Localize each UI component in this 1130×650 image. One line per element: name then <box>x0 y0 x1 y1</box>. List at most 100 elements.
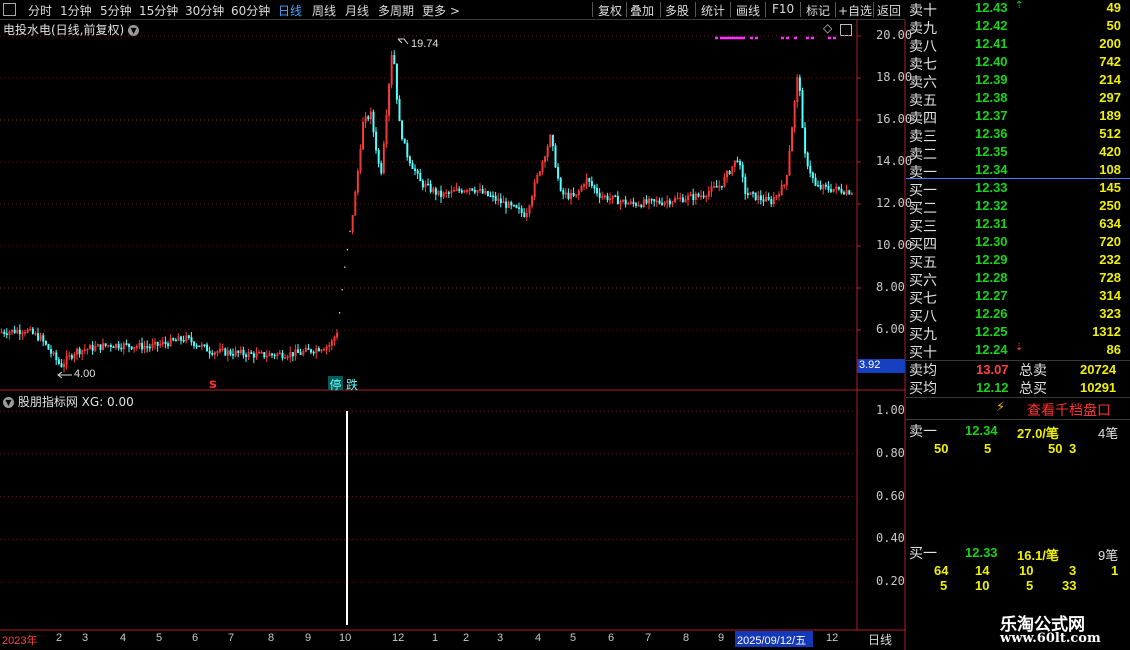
candle-body <box>494 195 497 201</box>
chart-canvas[interactable] <box>0 0 906 650</box>
candle-body <box>42 335 45 342</box>
candle-body <box>681 197 684 203</box>
candle-body <box>403 138 406 144</box>
candle-body <box>5 333 8 335</box>
candle-body <box>481 189 484 194</box>
watermark-url: www.60lt.com <box>1000 631 1101 646</box>
ask-row[interactable]: 卖三 12.36 512 <box>909 126 1121 145</box>
ask-row[interactable]: 卖十 12.43 ⇡ 49 <box>909 0 1121 19</box>
current-price-label: 3.92 <box>859 359 881 371</box>
candle-body <box>401 120 404 140</box>
ask-row[interactable]: 卖六 12.39 214 <box>909 72 1121 91</box>
candle-body <box>31 328 34 334</box>
candle-body <box>245 354 248 358</box>
candle-body <box>47 344 50 350</box>
level-price: 12.36 <box>975 126 1008 141</box>
candle-body <box>593 185 596 189</box>
candle-body <box>473 190 476 193</box>
candle-body <box>843 192 846 195</box>
candle-body <box>770 199 773 205</box>
candle-body <box>572 192 575 197</box>
candle-body <box>598 192 601 198</box>
bid-row[interactable]: 买六 12.28 728 <box>909 270 1121 289</box>
level-name: 买十 <box>909 345 937 361</box>
candle-body <box>281 352 284 359</box>
candle-body <box>736 160 739 163</box>
bid-row[interactable]: 买七 12.27 314 <box>909 288 1121 307</box>
candle-body <box>146 346 149 348</box>
order-size: 64 <box>934 563 949 578</box>
candle-body <box>229 350 232 355</box>
level-name: 卖三 <box>909 129 937 145</box>
candle-body <box>588 178 591 182</box>
level-volume: 720 <box>1099 234 1121 249</box>
candle-body <box>78 348 81 355</box>
ask-row[interactable]: 卖五 12.38 297 <box>909 90 1121 109</box>
bid-row[interactable]: 买一 12.33 145 <box>909 180 1121 199</box>
ask-row[interactable]: 卖八 12.41 200 <box>909 36 1121 55</box>
candle-body <box>172 338 175 341</box>
date-tick-label: 8 <box>683 632 690 644</box>
candle-body <box>741 164 744 178</box>
candle-body <box>242 349 245 356</box>
bid-row[interactable]: 买四 12.30 720 <box>909 234 1121 253</box>
candle-body <box>18 329 21 335</box>
candle-body <box>60 363 63 368</box>
candle-body <box>551 134 554 147</box>
date-tick-label: 7 <box>228 632 235 644</box>
candle-body <box>419 173 422 182</box>
candle-body <box>427 183 430 186</box>
level-name: 卖二 <box>909 147 937 163</box>
divider <box>906 419 1130 420</box>
level-name: 卖六 <box>909 75 937 91</box>
price-tick-label: 18.00 <box>876 70 913 84</box>
candle-body <box>112 346 115 348</box>
indicator-tick-label: 1.00 <box>876 403 905 417</box>
candle-body <box>395 63 398 100</box>
candle-body <box>193 341 196 346</box>
order-size: 10 <box>975 578 990 593</box>
candle-body <box>55 352 58 361</box>
ask-row[interactable]: 卖四 12.37 189 <box>909 108 1121 127</box>
price-tick-label: 6.00 <box>876 322 905 336</box>
level-volume: 1312 <box>1092 324 1121 339</box>
level-name: 买一 <box>909 183 937 199</box>
candle-body <box>624 199 627 205</box>
candle-body <box>37 333 40 341</box>
bid-row[interactable]: 买十 12.24 ⇣ 86 <box>909 342 1121 361</box>
sell1-count: 4笔 <box>1098 426 1119 441</box>
candle-body <box>232 354 235 356</box>
candle-body <box>848 190 851 195</box>
candle-body <box>510 202 513 206</box>
date-tick-label: 2 <box>56 632 63 644</box>
ask-row[interactable]: 卖九 12.42 50 <box>909 18 1121 37</box>
order-size: 5 <box>984 441 992 456</box>
candle-body <box>658 200 661 204</box>
view-1000-level-button[interactable]: 查看千档盘口 <box>1027 400 1111 420</box>
candle-body <box>128 343 131 347</box>
candle-body <box>492 195 495 198</box>
candle-body <box>489 195 492 198</box>
bid-row[interactable]: 买五 12.29 232 <box>909 252 1121 271</box>
ask-row[interactable]: 卖七 12.40 742 <box>909 54 1121 73</box>
candle-body <box>702 195 705 198</box>
level-volume: 323 <box>1099 306 1121 321</box>
candle-body <box>554 145 557 168</box>
candle-body <box>167 343 170 347</box>
bid-row[interactable]: 买八 12.26 323 <box>909 306 1121 325</box>
bid-row[interactable]: 买三 12.31 634 <box>909 216 1121 235</box>
price-tick-label: 10.00 <box>876 238 913 252</box>
level-name: 买四 <box>909 237 937 253</box>
candle-body <box>447 192 450 194</box>
candle-body <box>414 168 417 172</box>
ask-row[interactable]: 卖二 12.35 420 <box>909 144 1121 163</box>
buy1-price: 12.33 <box>965 545 998 560</box>
date-tick-label: 10 <box>339 632 352 644</box>
bid-row[interactable]: 买二 12.32 250 <box>909 198 1121 217</box>
bid-row[interactable]: 买九 12.25 1312 <box>909 324 1121 343</box>
candle-body <box>195 345 198 347</box>
candle-body <box>814 177 817 186</box>
level-price: 12.32 <box>975 198 1008 213</box>
level-price: 12.29 <box>975 252 1008 267</box>
indicator-tick-label: 0.20 <box>876 574 905 589</box>
